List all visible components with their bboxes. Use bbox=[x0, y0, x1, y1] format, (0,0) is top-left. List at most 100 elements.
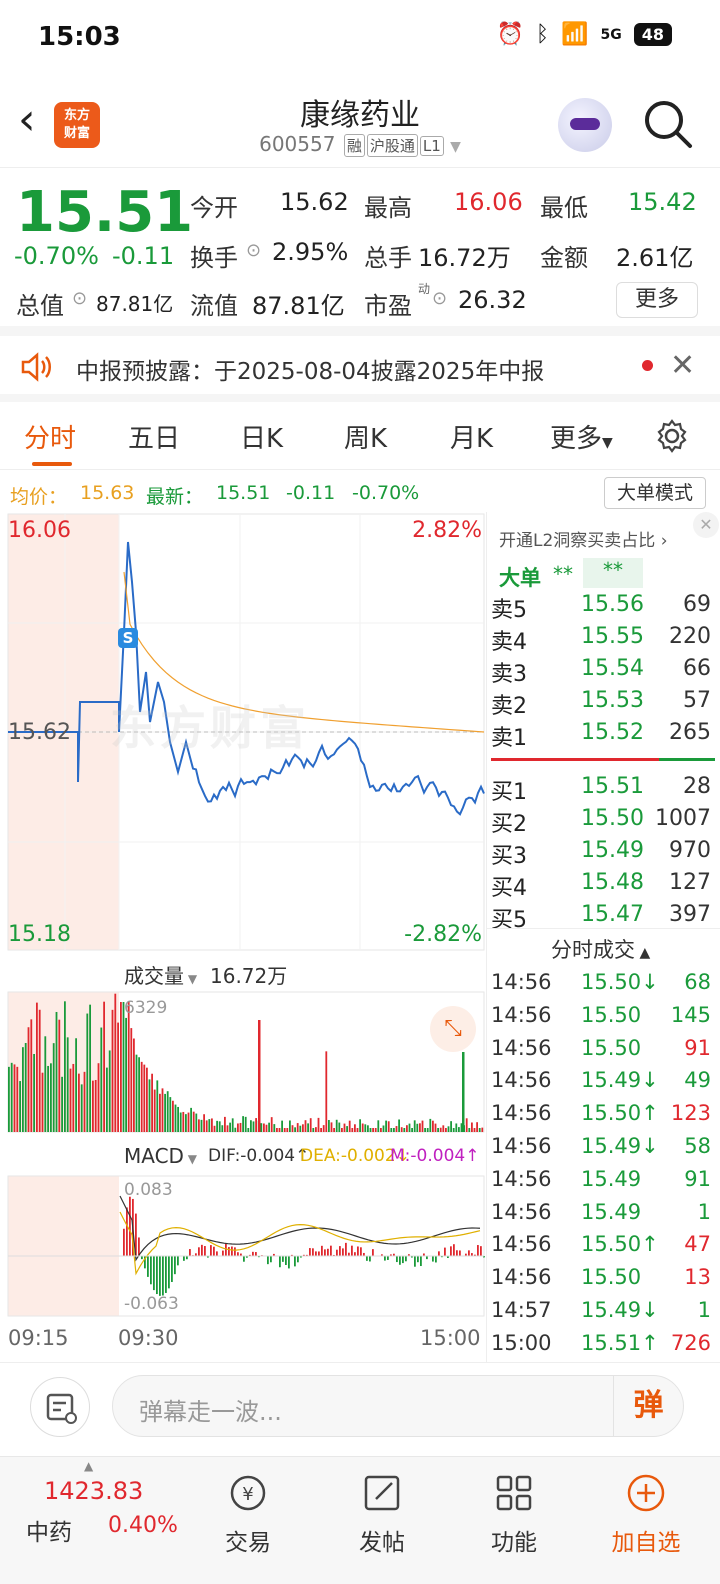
info-icon[interactable]: ⊙ bbox=[246, 240, 261, 261]
volume-bar bbox=[374, 1128, 377, 1132]
macd-label[interactable]: MACD ▼ bbox=[124, 1144, 197, 1168]
macd-bar bbox=[477, 1245, 479, 1256]
level-volume: 1007 bbox=[655, 806, 711, 831]
volume-bar bbox=[205, 1120, 208, 1132]
volume-bar bbox=[398, 1119, 400, 1132]
sell-level-row[interactable]: 卖1 15.52 265 bbox=[491, 720, 715, 752]
volume-bar bbox=[200, 1119, 203, 1132]
volume-bar bbox=[286, 1128, 289, 1132]
buy-level-row[interactable]: 买4 15.48 127 bbox=[491, 870, 715, 902]
index-name: 中药 bbox=[26, 1520, 72, 1546]
big-order-mode-button[interactable]: 大单模式 bbox=[604, 477, 706, 509]
assistant-robot-icon[interactable] bbox=[558, 98, 612, 152]
more-button[interactable]: 更多 bbox=[616, 282, 698, 318]
price-info-line: 均价： 15.63 最新： 15.51 -0.11 -0.70% 大单模式 bbox=[0, 474, 720, 512]
volume-bar bbox=[244, 1116, 247, 1132]
volume-bar bbox=[92, 1080, 94, 1132]
nav-add-watchlist[interactable]: 加自选 bbox=[586, 1473, 706, 1557]
tab-daily-k[interactable]: 日K bbox=[240, 418, 283, 455]
volume-bar bbox=[338, 1122, 341, 1132]
volume-bar bbox=[218, 1121, 221, 1132]
sell-level-row[interactable]: 卖4 15.55 220 bbox=[491, 624, 715, 656]
notice-bar[interactable]: 中报预披露：于2025-08-04披露2025年中报 ✕ bbox=[0, 334, 720, 402]
macd-bar bbox=[357, 1246, 359, 1256]
big-order-label: 大单 bbox=[499, 566, 541, 590]
l2-promo[interactable]: 开通L2洞察买卖占比 › bbox=[499, 526, 668, 551]
nav-trade[interactable]: ¥ 交易 bbox=[188, 1473, 308, 1557]
info-icon[interactable]: ⊙ bbox=[432, 288, 447, 309]
volume-bar bbox=[400, 1127, 403, 1132]
search-icon[interactable] bbox=[642, 98, 694, 150]
tag-connect: 沪股通 bbox=[366, 134, 418, 157]
macd-bar bbox=[252, 1251, 254, 1256]
trade-price: 15.50↓ bbox=[581, 970, 659, 994]
pe-label: 市盈 bbox=[364, 292, 412, 320]
chart-tabs: 分时 五日 日K 周K 月K 更多▼ bbox=[0, 404, 720, 470]
tab-monthly-k[interactable]: 月K bbox=[450, 418, 493, 455]
latest-label: 最新： bbox=[146, 486, 204, 508]
caret-up-icon: ▲ bbox=[84, 1459, 94, 1473]
close-icon[interactable]: ✕ bbox=[670, 348, 695, 383]
macd-bar bbox=[168, 1256, 170, 1289]
dropdown-icon[interactable]: ▼ bbox=[450, 139, 461, 155]
bottom-percent-label: -2.82% bbox=[404, 922, 482, 947]
brand-logo[interactable]: 东方财富 bbox=[54, 102, 100, 148]
nav-post[interactable]: 发帖 bbox=[322, 1473, 442, 1557]
expand-icon[interactable]: ⤡ bbox=[430, 1006, 476, 1052]
volume-bar bbox=[148, 1079, 151, 1132]
volume-bar bbox=[133, 1038, 135, 1132]
close-icon[interactable]: ✕ bbox=[693, 512, 719, 538]
index-percent: 0.40% bbox=[108, 1513, 178, 1538]
trade-row: 14:57 15.49↓ 1 bbox=[491, 1298, 715, 1330]
tab-weekly-k[interactable]: 周K bbox=[344, 418, 387, 455]
volume-bar bbox=[434, 1123, 437, 1132]
danmu-input[interactable]: 弹幕走一波... 弹 bbox=[112, 1375, 684, 1437]
macd-bar bbox=[414, 1256, 416, 1267]
sell-level-row[interactable]: 卖2 15.53 57 bbox=[491, 688, 715, 720]
intraday-chart[interactable]: 16.06 2.82% 15.62 15.18 -2.82% 东方财富 S 成交… bbox=[0, 512, 486, 1362]
info-icon[interactable]: ⊙ bbox=[72, 288, 87, 309]
tab-more[interactable]: 更多▼ bbox=[550, 418, 613, 455]
trade-row: 14:56 15.49 1 bbox=[491, 1200, 715, 1232]
volume-label[interactable]: 成交量 ▼ bbox=[124, 960, 197, 989]
tab-intraday[interactable]: 分时 bbox=[24, 418, 76, 455]
volume-bar bbox=[393, 1128, 395, 1132]
buy-level-row[interactable]: 买5 15.47 397 bbox=[491, 902, 715, 934]
open-value: 15.62 bbox=[280, 188, 349, 216]
level-label: 买5 bbox=[491, 908, 527, 933]
back-icon[interactable]: ‹ bbox=[18, 98, 36, 142]
volume-bar bbox=[239, 1122, 242, 1132]
sell-level-row[interactable]: 卖5 15.56 69 bbox=[491, 592, 715, 624]
buy-level-row[interactable]: 买3 15.49 970 bbox=[491, 838, 715, 870]
macd-bar bbox=[267, 1256, 269, 1265]
volume-bar bbox=[174, 1104, 177, 1132]
trade-time: 14:56 bbox=[491, 1199, 552, 1224]
volume-bar bbox=[278, 1128, 281, 1132]
settings-gear-icon[interactable] bbox=[654, 418, 690, 454]
volume-value: 16.72万 bbox=[418, 244, 511, 272]
nav-functions[interactable]: 功能 bbox=[454, 1473, 574, 1557]
level-volume: 57 bbox=[683, 688, 711, 713]
top-price-label: 16.06 bbox=[8, 518, 71, 543]
trade-time: 14:56 bbox=[491, 1232, 552, 1257]
tab-five-day[interactable]: 五日 bbox=[128, 418, 180, 455]
buy-level-row[interactable]: 买1 15.51 28 bbox=[491, 774, 715, 806]
trades-title[interactable]: 分时成交 ▲ bbox=[551, 934, 650, 964]
buy-level-row[interactable]: 买2 15.50 1007 bbox=[491, 806, 715, 838]
trade-volume: 68 bbox=[684, 970, 711, 994]
volume-bar bbox=[258, 1020, 261, 1132]
float-label: 流值 bbox=[190, 292, 238, 320]
signal-s-marker-icon[interactable]: S bbox=[118, 628, 138, 648]
macd-bar bbox=[330, 1245, 332, 1256]
sell-level-row[interactable]: 卖3 15.54 66 bbox=[491, 656, 715, 688]
volume-bar bbox=[413, 1120, 416, 1132]
open-label: 今开 bbox=[190, 194, 238, 222]
danmu-toggle-button[interactable]: 弹 bbox=[613, 1376, 683, 1436]
level-price: 15.48 bbox=[581, 870, 644, 895]
volume-bar bbox=[94, 1079, 97, 1132]
danmu-list-icon[interactable] bbox=[30, 1377, 90, 1437]
bluetooth-icon: ᛒ bbox=[535, 22, 550, 47]
index-ticker[interactable]: ▲ 1423.83 中药 0.40% bbox=[0, 1457, 180, 1577]
macd-bar bbox=[234, 1247, 236, 1256]
trade-row: 14:56 15.50↑ 47 bbox=[491, 1232, 715, 1264]
